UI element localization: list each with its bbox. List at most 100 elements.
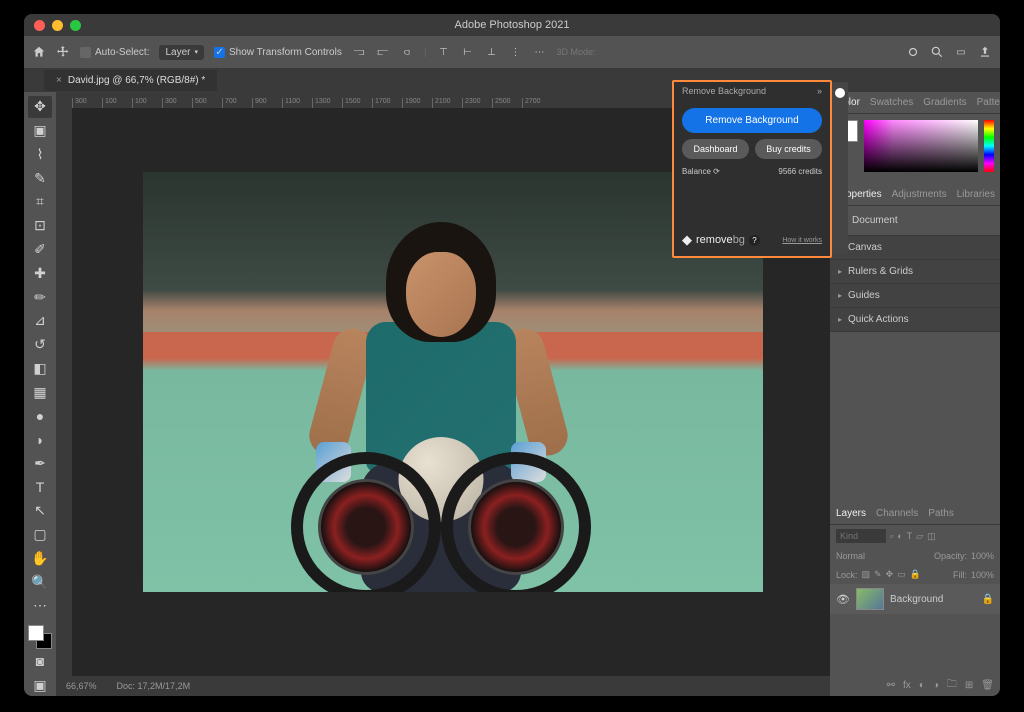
filter-smart-icon[interactable]: ◫ bbox=[927, 531, 936, 542]
layer-filter-input[interactable] bbox=[836, 529, 886, 543]
more-options-icon[interactable]: ⋯ bbox=[532, 45, 546, 59]
align-left-icon[interactable]: ⫎ bbox=[352, 45, 366, 59]
close-window-button[interactable] bbox=[34, 20, 45, 31]
opacity-value[interactable]: 100% bbox=[971, 551, 994, 561]
crop-tool[interactable]: ⌗ bbox=[28, 191, 52, 213]
workspace-icon[interactable]: ▭ bbox=[954, 45, 968, 59]
lock-transparency-icon[interactable]: ▨ bbox=[862, 569, 871, 580]
refresh-icon[interactable]: ⟳ bbox=[713, 167, 720, 176]
section-canvas[interactable]: ▸Canvas bbox=[830, 236, 1000, 260]
move-tool-icon[interactable] bbox=[56, 45, 70, 59]
options-bar: Auto-Select: Layer▾ ✓Show Transform Cont… bbox=[24, 36, 1000, 68]
filter-image-icon[interactable]: ▫ bbox=[890, 531, 893, 541]
tab-libraries[interactable]: Libraries bbox=[957, 189, 995, 200]
frame-tool[interactable]: ⊡ bbox=[28, 215, 52, 237]
new-layer-icon[interactable]: ⊞ bbox=[965, 680, 973, 691]
healing-tool[interactable]: ✚ bbox=[28, 262, 52, 284]
filter-type-icon[interactable]: T bbox=[907, 531, 913, 541]
buy-credits-button[interactable]: Buy credits bbox=[755, 139, 822, 159]
align-top-icon[interactable]: ⊤ bbox=[436, 45, 450, 59]
collapse-icon[interactable]: » bbox=[817, 86, 822, 96]
screen-mode-tool[interactable]: ▣ bbox=[28, 674, 52, 696]
quick-select-tool[interactable]: ✎ bbox=[28, 167, 52, 189]
distribute-icon[interactable]: ⋮ bbox=[508, 45, 522, 59]
tab-layers[interactable]: Layers bbox=[836, 508, 866, 519]
layer-thumbnail[interactable] bbox=[856, 588, 884, 610]
maximize-window-button[interactable] bbox=[70, 20, 81, 31]
properties-panel-tabs: Properties Adjustments Libraries bbox=[830, 184, 1000, 206]
brush-tool[interactable]: ✏ bbox=[28, 286, 52, 308]
pen-tool[interactable]: ✒ bbox=[28, 452, 52, 474]
section-quick-actions[interactable]: ▸Quick Actions bbox=[830, 308, 1000, 332]
path-tool[interactable]: ↖ bbox=[28, 500, 52, 522]
tab-swatches[interactable]: Swatches bbox=[870, 97, 913, 108]
balance-value: 9566 credits bbox=[778, 167, 822, 176]
quick-mask-tool[interactable]: ◙ bbox=[28, 651, 52, 673]
stamp-tool[interactable]: ⊿ bbox=[28, 310, 52, 332]
layer-dropdown[interactable]: Layer▾ bbox=[159, 45, 204, 60]
plugin-strip bbox=[832, 82, 848, 254]
dodge-tool[interactable]: ◗ bbox=[28, 429, 52, 451]
fill-value[interactable]: 100% bbox=[971, 570, 994, 580]
marquee-tool[interactable]: ▣ bbox=[28, 120, 52, 142]
section-guides[interactable]: ▸Guides bbox=[830, 284, 1000, 308]
align-bottom-icon[interactable]: ⊥ bbox=[484, 45, 498, 59]
lock-all-icon[interactable]: 🔒 bbox=[910, 569, 921, 580]
auto-select-checkbox[interactable]: Auto-Select: bbox=[80, 47, 149, 58]
hand-tool[interactable]: ✋ bbox=[28, 548, 52, 570]
tab-channels[interactable]: Channels bbox=[876, 508, 918, 519]
close-tab-icon[interactable]: × bbox=[56, 75, 62, 86]
cloud-icon[interactable] bbox=[906, 45, 920, 59]
filter-shape-icon[interactable]: ▱ bbox=[916, 531, 923, 542]
color-picker[interactable] bbox=[830, 114, 1000, 184]
layers-footer: ⚯ fx ◐ ◑ 🗀 ⊞ 🗑 bbox=[830, 674, 1000, 696]
tab-gradients[interactable]: Gradients bbox=[923, 97, 966, 108]
link-layers-icon[interactable]: ⚯ bbox=[887, 680, 895, 691]
tools-panel: ✥ ▣ ⌇ ✎ ⌗ ⊡ ✐ ✚ ✏ ⊿ ↺ ◧ ▦ ● ◗ ✒ T ↖ ▢ ✋ … bbox=[24, 92, 56, 696]
lock-paint-icon[interactable]: ✎ bbox=[874, 569, 882, 580]
eyedropper-tool[interactable]: ✐ bbox=[28, 239, 52, 261]
type-tool[interactable]: T bbox=[28, 476, 52, 498]
blur-tool[interactable]: ● bbox=[28, 405, 52, 427]
eraser-tool[interactable]: ◧ bbox=[28, 357, 52, 379]
section-rulers[interactable]: ▸Rulers & Grids bbox=[830, 260, 1000, 284]
align-right-icon[interactable]: ⫏ bbox=[400, 45, 414, 59]
mask-icon[interactable]: ◐ bbox=[919, 680, 925, 691]
lock-position-icon[interactable]: ✥ bbox=[886, 569, 894, 580]
home-icon[interactable] bbox=[32, 45, 46, 59]
move-tool[interactable]: ✥ bbox=[28, 96, 52, 118]
edit-toolbar[interactable]: ⋯ bbox=[28, 595, 52, 617]
tab-patterns[interactable]: Patterns bbox=[977, 97, 1000, 108]
zoom-level[interactable]: 66,67% bbox=[66, 681, 97, 691]
remove-background-button[interactable]: Remove Background bbox=[682, 108, 822, 133]
history-brush-tool[interactable]: ↺ bbox=[28, 334, 52, 356]
info-icon[interactable]: ? bbox=[749, 235, 760, 246]
align-middle-icon[interactable]: ⊢ bbox=[460, 45, 474, 59]
document-tab[interactable]: × David.jpg @ 66,7% (RGB/8#) * bbox=[44, 70, 217, 91]
share-icon[interactable] bbox=[978, 45, 992, 59]
zoom-tool[interactable]: 🔍 bbox=[28, 571, 52, 593]
lasso-tool[interactable]: ⌇ bbox=[28, 144, 52, 166]
lock-artboard-icon[interactable]: ▭ bbox=[897, 569, 906, 580]
align-center-h-icon[interactable]: ⫍ bbox=[376, 45, 390, 59]
adjustment-layer-icon[interactable]: ◑ bbox=[933, 680, 939, 691]
layer-row[interactable]: 👁 Background 🔒 bbox=[830, 584, 1000, 614]
minimize-window-button[interactable] bbox=[52, 20, 63, 31]
filter-adjustment-icon[interactable]: ◐ bbox=[897, 531, 902, 541]
visibility-icon[interactable]: 👁 bbox=[836, 593, 850, 606]
shape-tool[interactable]: ▢ bbox=[28, 524, 52, 546]
dashboard-button[interactable]: Dashboard bbox=[682, 139, 749, 159]
tab-adjustments[interactable]: Adjustments bbox=[892, 189, 947, 200]
search-icon[interactable] bbox=[930, 45, 944, 59]
tab-paths[interactable]: Paths bbox=[928, 508, 954, 519]
fx-icon[interactable]: fx bbox=[903, 680, 911, 691]
blend-mode-dropdown[interactable]: Normal bbox=[836, 551, 865, 561]
delete-layer-icon[interactable]: 🗑 bbox=[981, 680, 994, 691]
removebg-plugin-icon[interactable] bbox=[835, 88, 845, 98]
gradient-tool[interactable]: ▦ bbox=[28, 381, 52, 403]
group-icon[interactable]: 🗀 bbox=[947, 677, 957, 694]
show-transform-checkbox[interactable]: ✓Show Transform Controls bbox=[214, 47, 342, 58]
color-swatches[interactable] bbox=[28, 625, 52, 649]
how-it-works-link[interactable]: How it works bbox=[782, 237, 822, 244]
plugin-title: Remove Background bbox=[682, 86, 766, 96]
